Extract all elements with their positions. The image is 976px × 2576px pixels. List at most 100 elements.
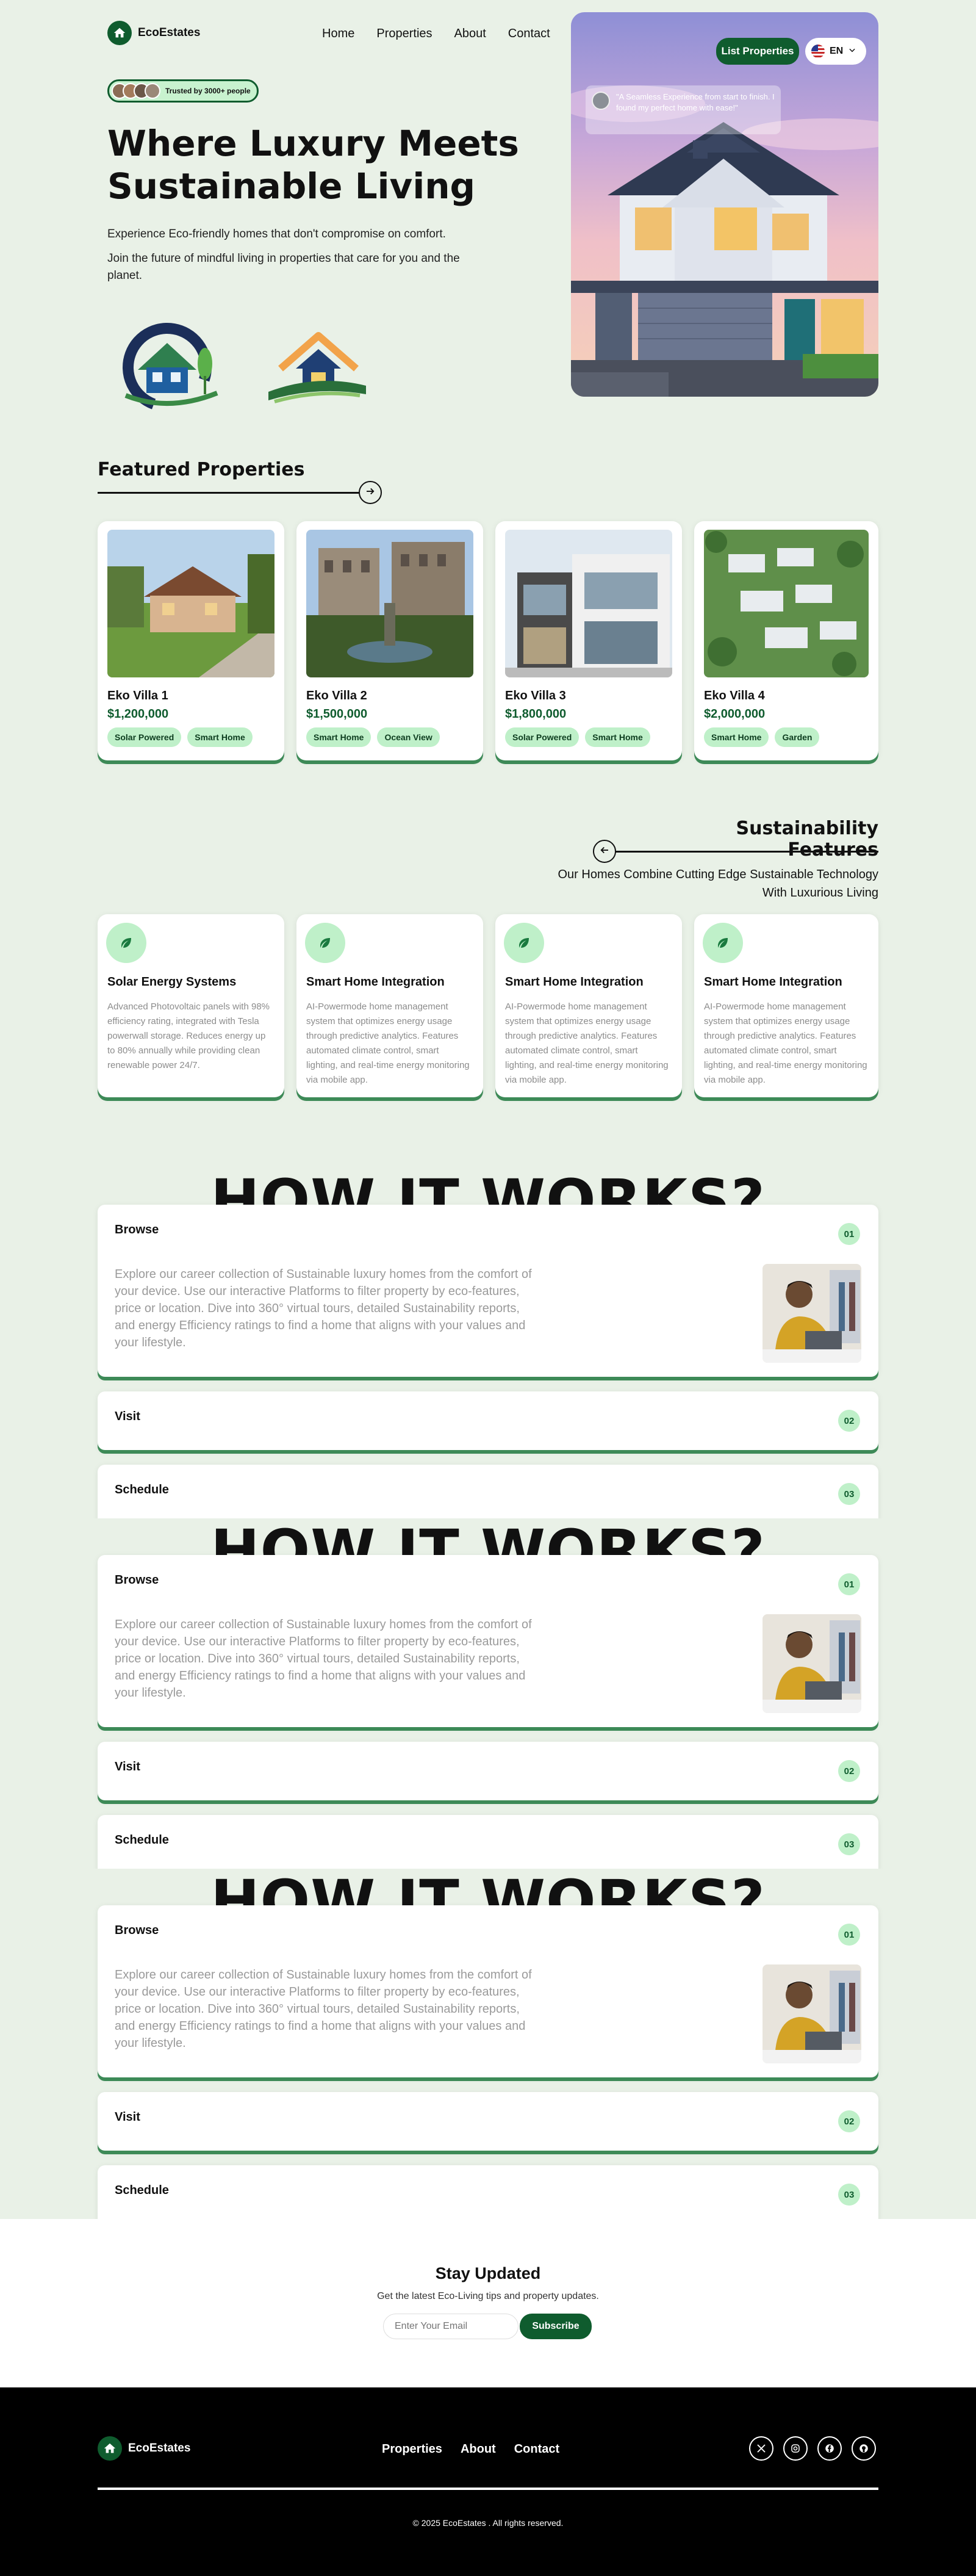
- instagram-icon[interactable]: [783, 2436, 808, 2461]
- step-number: 02: [838, 2110, 860, 2132]
- subtitle-line2: With Luxurious Living: [762, 886, 878, 900]
- step-browse[interactable]: Browse 01 Explore our career collection of…: [98, 1905, 878, 2077]
- feature-title: Smart Home Integration: [306, 975, 445, 989]
- property-tag: Smart Home: [306, 727, 371, 747]
- property-tag: Smart Home: [187, 727, 253, 747]
- property-price: $1,200,000: [107, 707, 169, 721]
- eco-home-logo-1: [113, 321, 229, 416]
- avatar-group: [112, 83, 160, 99]
- feature-card: Smart Home Integration AI-Powermode home…: [495, 914, 682, 1097]
- avatar: [145, 83, 160, 99]
- subtitle-line1: Our Homes Combine Cutting Edge Sustainab…: [558, 868, 879, 881]
- property-tag: Smart Home: [585, 727, 650, 747]
- step-visit[interactable]: Visit 02: [98, 1742, 878, 1800]
- trusted-badge: Trusted by 3000+ people: [107, 79, 259, 103]
- footer-nav-about[interactable]: About: [461, 2442, 496, 2456]
- feature-text: Advanced Photovoltaic panels with 98% ef…: [107, 1001, 270, 1070]
- home-icon: [107, 21, 132, 45]
- nav-contact[interactable]: Contact: [508, 27, 550, 40]
- property-card[interactable]: Eko Villa 3 $1,800,000 Solar Powered Smar…: [495, 521, 682, 760]
- hero-title-line2: Sustainable Living: [107, 165, 476, 207]
- feature-title: Smart Home Integration: [704, 975, 842, 989]
- footer-logo[interactable]: EcoEstates: [98, 2436, 190, 2461]
- title-underline: [604, 851, 878, 853]
- property-image: [107, 530, 274, 677]
- step-schedule[interactable]: Schedule 03: [98, 1815, 878, 1869]
- step-number: 03: [838, 1483, 860, 1505]
- feature-text: AI-Powermode home management system that…: [505, 1001, 669, 1085]
- step-number: 01: [838, 1223, 860, 1245]
- step-label: Visit: [115, 1410, 140, 1423]
- step-schedule[interactable]: Schedule 03: [98, 2165, 878, 2219]
- how-it-works-section: HOW IT WORKS? Browse 01 Explore our career …: [0, 1517, 976, 1869]
- step-description: Explore our career collection of Sustain…: [115, 1618, 532, 1700]
- prev-arrow-button[interactable]: [593, 840, 616, 863]
- arrow-right-icon: [365, 486, 376, 500]
- footer-nav-contact[interactable]: Contact: [514, 2442, 559, 2456]
- leaf-icon: [504, 923, 544, 963]
- how-it-works-section: HOW IT WORKS? Browse 01 Explore our career …: [0, 1167, 976, 1518]
- footer-divider: [98, 2488, 878, 2490]
- newsletter-title: Stay Updated: [435, 2264, 541, 2282]
- testimonial-text: "A Seamless Experience from start to fin…: [616, 92, 775, 112]
- step-label: Schedule: [115, 1483, 169, 1496]
- sustainability-subtitle: Our Homes Combine Cutting Edge Sustainab…: [500, 865, 879, 902]
- property-image: [704, 530, 869, 677]
- property-tag: Smart Home: [704, 727, 769, 747]
- language-selector[interactable]: EN: [805, 38, 866, 65]
- chevron-down-icon: [848, 46, 856, 57]
- person-laptop-image: [762, 1964, 861, 2063]
- step-label: Browse: [115, 1924, 159, 1937]
- property-card[interactable]: Eko Villa 2 $1,500,000 Smart Home Ocean V…: [296, 521, 483, 760]
- step-label: Schedule: [115, 2184, 169, 2197]
- facebook-icon[interactable]: [817, 2436, 842, 2461]
- trusted-label: Trusted by 3000+ people: [165, 87, 251, 95]
- property-price: $2,000,000: [704, 707, 766, 721]
- feature-title: Smart Home Integration: [505, 975, 644, 989]
- step-number: 02: [838, 1760, 860, 1782]
- step-label: Visit: [115, 2110, 140, 2124]
- social-links: [749, 2436, 876, 2461]
- step-browse[interactable]: Browse 01 Explore our career collection of…: [98, 1205, 878, 1377]
- arrow-left-icon: [599, 845, 610, 859]
- step-label: Schedule: [115, 1833, 169, 1847]
- step-label: Browse: [115, 1573, 159, 1587]
- property-tag: Ocean View: [377, 727, 440, 747]
- main-nav: Home Properties About Contact: [322, 27, 572, 41]
- property-card[interactable]: Eko Villa 1 $1,200,000 Solar Powered Smar…: [98, 521, 284, 760]
- newsletter-section: Stay Updated Get the latest Eco-Living t…: [0, 2219, 976, 2387]
- list-properties-button[interactable]: List Properties: [716, 38, 799, 65]
- nav-home[interactable]: Home: [322, 27, 354, 40]
- feature-card: Smart Home Integration AI-Powermode home…: [694, 914, 878, 1097]
- how-it-works-section: HOW IT WORKS? Browse 01 Explore our career …: [0, 1867, 976, 2219]
- step-browse[interactable]: Browse 01 Explore our career collection of…: [98, 1555, 878, 1727]
- step-description: Explore our career collection of Sustain…: [115, 1968, 532, 2050]
- next-arrow-button[interactable]: [359, 481, 382, 504]
- step-schedule[interactable]: Schedule 03: [98, 1465, 878, 1518]
- feature-text: AI-Powermode home management system that…: [704, 1001, 867, 1085]
- hero-house-image: [571, 12, 878, 397]
- property-image: [505, 530, 672, 677]
- testimonial-bubble: "A Seamless Experience from start to fin…: [586, 85, 781, 134]
- property-price: $1,800,000: [505, 707, 567, 721]
- leaf-icon: [305, 923, 345, 963]
- subscribe-button[interactable]: Subscribe: [520, 2314, 592, 2339]
- step-visit[interactable]: Visit 02: [98, 2092, 878, 2151]
- step-number: 02: [838, 1410, 860, 1432]
- leaf-icon: [703, 923, 743, 963]
- x-twitter-icon[interactable]: [749, 2436, 773, 2461]
- brand-logo[interactable]: EcoEstates: [107, 21, 200, 45]
- email-input[interactable]: [383, 2314, 518, 2339]
- property-card[interactable]: Eko Villa 4 $2,000,000 Smart Home Garden: [694, 521, 878, 760]
- property-name: Eko Villa 2: [306, 689, 367, 702]
- nav-about[interactable]: About: [454, 27, 486, 40]
- github-icon[interactable]: [852, 2436, 876, 2461]
- step-visit[interactable]: Visit 02: [98, 1391, 878, 1450]
- property-image: [306, 530, 473, 677]
- property-name: Eko Villa 4: [704, 689, 765, 702]
- step-number: 03: [838, 2184, 860, 2206]
- footer-nav-properties[interactable]: Properties: [382, 2442, 442, 2456]
- nav-properties[interactable]: Properties: [376, 27, 432, 40]
- property-tag: Solar Powered: [505, 727, 580, 747]
- person-laptop-image: [762, 1264, 861, 1363]
